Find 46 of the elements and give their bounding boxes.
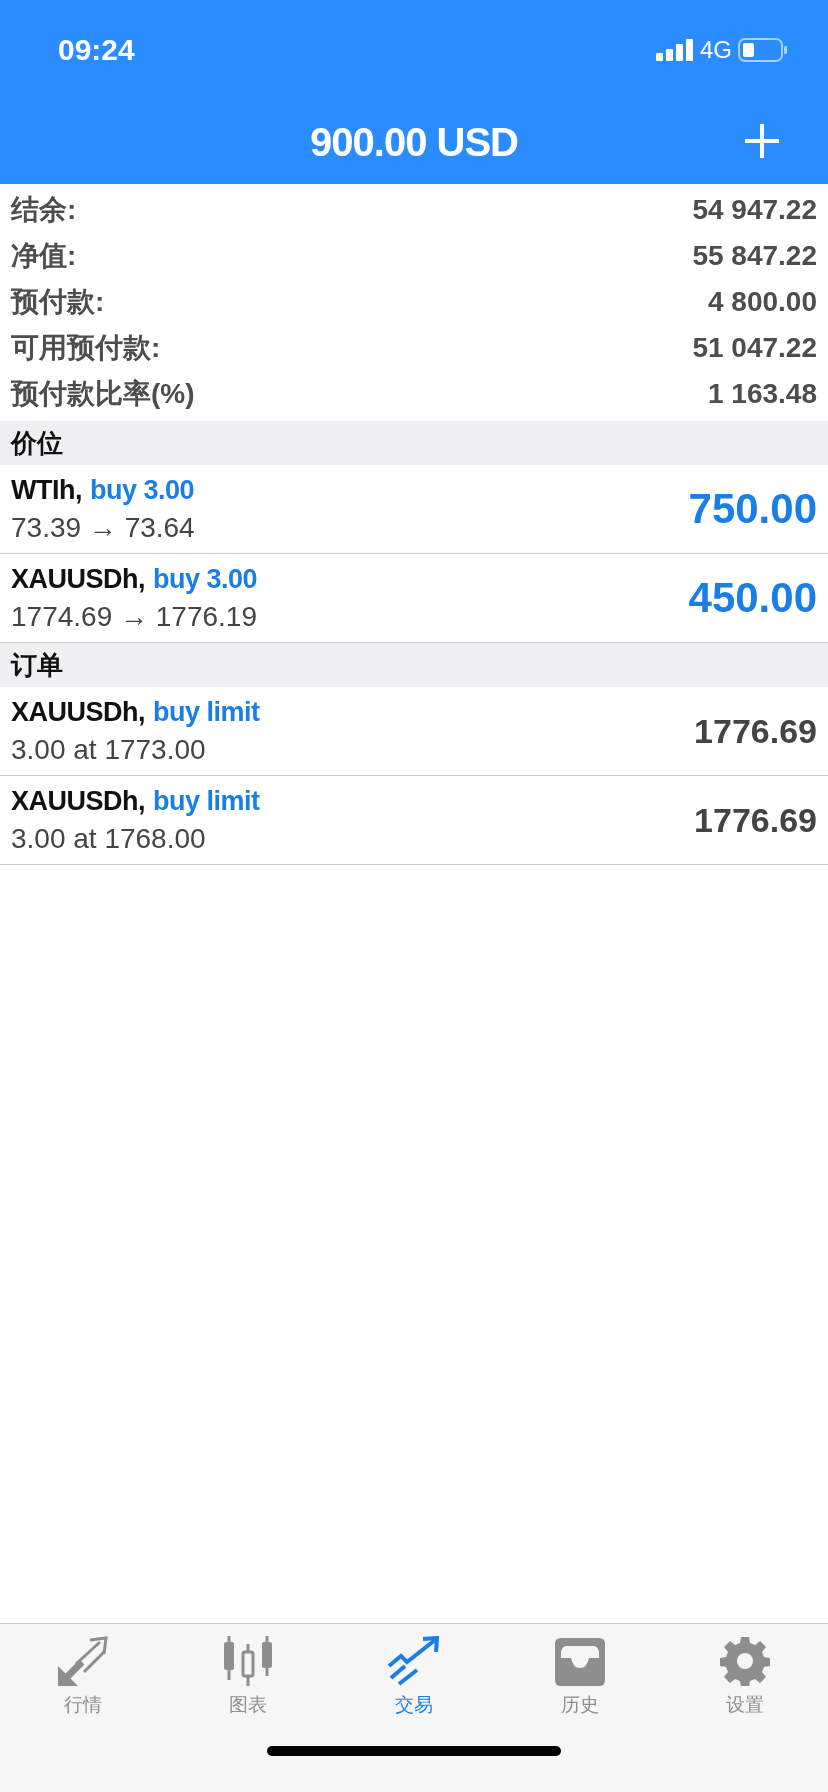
price-detail: 3.00 at 1773.00 xyxy=(11,733,207,766)
summary-label: 可用预付款: xyxy=(11,331,161,365)
symbol-label: XAUUSDh, xyxy=(11,785,145,816)
summary-value: 4 800.00 xyxy=(708,286,817,318)
tab-item[interactable]: 图表 xyxy=(188,1636,309,1718)
signal-icon xyxy=(656,39,694,61)
price-detail: 73.39 → 73.64 xyxy=(11,511,195,544)
trade-row[interactable]: XAUUSDh, buy limit 3.00 at 1773.00 1776.69 xyxy=(0,687,828,776)
action-label: buy 3.00 xyxy=(90,474,195,505)
settings-icon xyxy=(718,1636,773,1686)
trade-value: 450.00 xyxy=(688,574,817,622)
network-label: 4G xyxy=(700,36,732,64)
tab-item[interactable]: 交易 xyxy=(354,1636,474,1718)
balance-title: 900.00 USD xyxy=(310,119,518,165)
price-detail: 3.00 at 1768.00 xyxy=(11,822,207,855)
tab-item[interactable]: 行情 xyxy=(22,1636,143,1718)
section-title: 价位 xyxy=(11,426,63,460)
trade-value: 750.00 xyxy=(688,485,817,533)
section-title: 订单 xyxy=(11,648,63,682)
summary-label: 预付款: xyxy=(11,285,105,319)
summary-value: 54 947.22 xyxy=(692,194,817,226)
symbol-label: WTIh, xyxy=(11,474,82,505)
plus-icon[interactable] xyxy=(743,122,781,160)
tab-item[interactable]: 历史 xyxy=(519,1636,640,1718)
trade-row[interactable]: WTIh, buy 3.00 73.39 → 73.64 750.00 xyxy=(0,465,828,554)
arrows-icon xyxy=(55,1636,110,1686)
summary-value: 51 047.22 xyxy=(692,332,817,364)
action-label: buy limit xyxy=(153,696,260,727)
action-label: buy limit xyxy=(153,785,260,816)
status-time: 09:24 xyxy=(58,33,135,67)
summary-value: 1 163.48 xyxy=(708,378,817,410)
trade-value: 1776.69 xyxy=(694,711,817,751)
tab-item[interactable]: 设置 xyxy=(685,1636,806,1718)
action-label: buy 3.00 xyxy=(153,563,258,594)
battery-icon xyxy=(738,38,788,62)
trend-icon xyxy=(387,1636,441,1686)
summary-label: 结余: xyxy=(11,193,77,227)
symbol-label: XAUUSDh, xyxy=(11,696,145,727)
summary-label: 预付款比率(%) xyxy=(11,377,195,411)
price-detail: 1774.69 → 1776.19 xyxy=(11,600,258,633)
symbol-label: XAUUSDh, xyxy=(11,563,145,594)
trade-row[interactable]: XAUUSDh, buy limit 3.00 at 1768.00 1776.69 xyxy=(0,776,828,865)
summary-value: 55 847.22 xyxy=(692,240,817,272)
inbox-icon xyxy=(552,1636,607,1686)
summary-label: 净值: xyxy=(11,239,77,273)
trade-value: 1776.69 xyxy=(694,800,817,840)
